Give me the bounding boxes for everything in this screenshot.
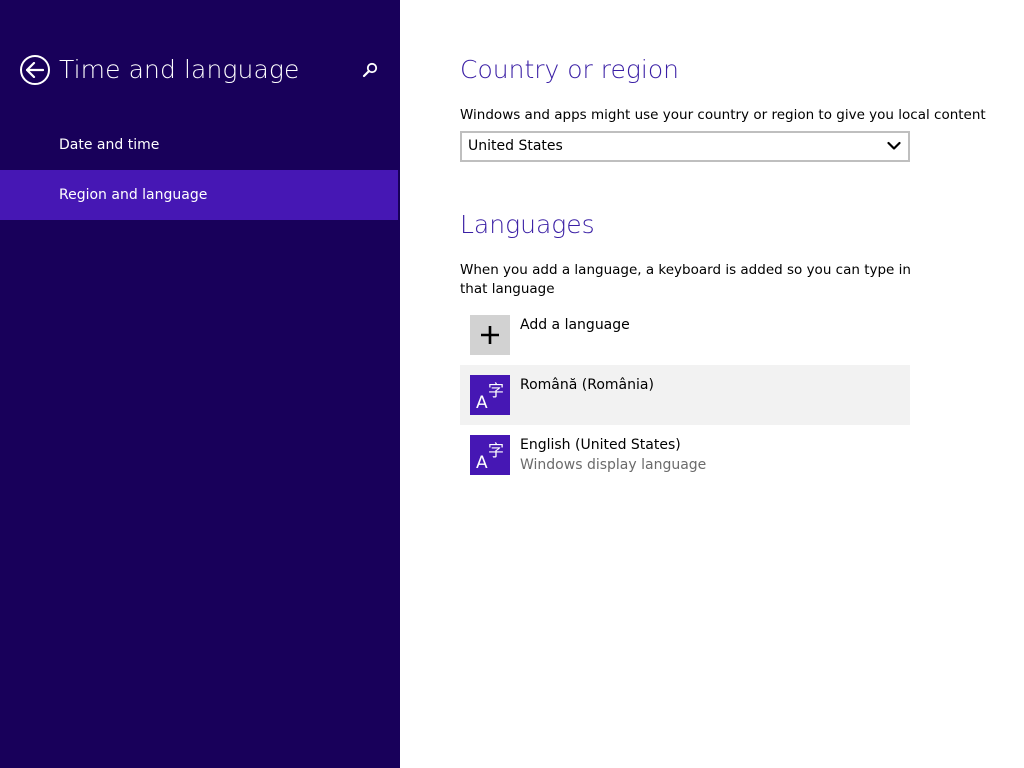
language-name: English (United States) — [520, 437, 681, 453]
sidebar-title: Time and language — [59, 55, 300, 84]
language-icon: A 字 — [470, 435, 510, 475]
sidebar-item-label: Date and time — [59, 137, 160, 153]
language-icon: A 字 — [470, 375, 510, 415]
svg-text:字: 字 — [488, 441, 504, 460]
settings-window: Time and language Date and time Region a… — [0, 0, 1024, 768]
sidebar: Time and language Date and time Region a… — [0, 0, 400, 768]
svg-text:A: A — [476, 393, 488, 413]
languages-description: When you add a language, a keyboard is a… — [460, 262, 911, 297]
content-pane: Country or region Windows and apps might… — [400, 0, 1024, 768]
svg-text:A: A — [476, 453, 488, 473]
country-dropdown-value: United States — [468, 138, 563, 154]
language-name: Română (România) — [520, 377, 654, 393]
add-language-button[interactable]: Add a language — [460, 308, 910, 368]
back-arrow-icon[interactable] — [20, 55, 50, 85]
sidebar-item-region-and-language[interactable]: Region and language — [0, 170, 398, 220]
country-heading: Country or region — [460, 55, 679, 84]
sidebar-item-date-and-time[interactable]: Date and time — [0, 120, 398, 170]
language-subtitle: Windows display language — [520, 457, 707, 473]
language-item-romanian[interactable]: A 字 Română (România) — [460, 365, 910, 425]
chevron-down-icon — [887, 141, 901, 150]
language-item-english[interactable]: A 字 English (United States) Windows disp… — [460, 425, 910, 485]
search-icon[interactable] — [360, 60, 380, 80]
plus-icon — [470, 315, 510, 355]
languages-heading: Languages — [460, 210, 595, 239]
svg-text:字: 字 — [488, 381, 504, 400]
sidebar-item-label: Region and language — [59, 187, 208, 203]
country-dropdown[interactable]: United States — [460, 131, 910, 162]
add-language-label: Add a language — [520, 317, 630, 333]
country-description: Windows and apps might use your country … — [460, 107, 986, 123]
